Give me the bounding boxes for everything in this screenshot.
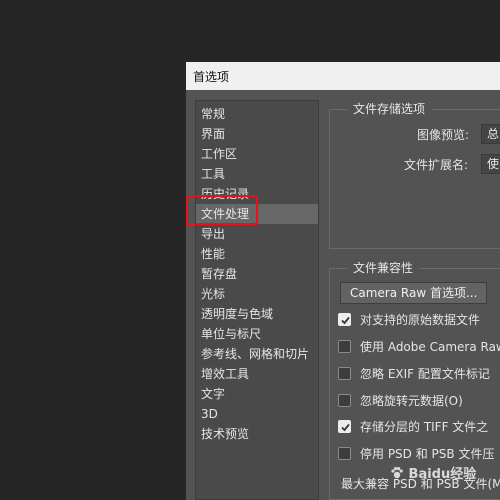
option-layered-tiff-row[interactable]: 存储分层的 TIFF 文件之 xyxy=(338,418,500,436)
preferences-sidebar: 常规 界面 工作区 工具 历史记录 文件处理 导出 性能 暂存盘 光标 透明度与… xyxy=(195,100,319,500)
paw-icon xyxy=(391,467,403,479)
sidebar-item-transparency-gamut[interactable]: 透明度与色域 xyxy=(196,304,318,324)
baidu-watermark: Baidu经验 xyxy=(390,463,476,482)
sidebar-item-general[interactable]: 常规 xyxy=(196,104,318,124)
option-camera-raw-label: 使用 Adobe Camera Raw xyxy=(360,340,500,354)
option-ignore-rotation-row[interactable]: 忽略旋转元数据(O) xyxy=(338,392,500,410)
image-preview-label: 图像预览: xyxy=(417,128,470,142)
option-raw-files-row[interactable]: 对支持的原始数据文件 xyxy=(338,311,500,329)
sidebar-item-plugins[interactable]: 增效工具 xyxy=(196,364,318,384)
checkbox-ignore-exif[interactable] xyxy=(338,367,351,380)
sidebar-item-export[interactable]: 导出 xyxy=(196,224,318,244)
sidebar-item-cursors[interactable]: 光标 xyxy=(196,284,318,304)
sidebar-item-3d[interactable]: 3D xyxy=(196,404,318,424)
dialog-titlebar[interactable]: 首选项 xyxy=(186,62,500,90)
file-compatibility-legend: 文件兼容性 xyxy=(347,260,420,276)
sidebar-item-performance[interactable]: 性能 xyxy=(196,244,318,264)
sidebar-item-interface[interactable]: 界面 xyxy=(196,124,318,144)
sidebar-item-technology-previews[interactable]: 技术预览 xyxy=(196,424,318,444)
image-preview-select[interactable]: 总 xyxy=(481,124,500,144)
sidebar-item-units-rulers[interactable]: 单位与标尺 xyxy=(196,324,318,344)
option-disable-compression-label: 停用 PSD 和 PSB 文件压 xyxy=(360,447,495,461)
watermark-text: Baidu经验 xyxy=(408,467,477,482)
checkbox-camera-raw[interactable] xyxy=(338,340,351,353)
camera-raw-preferences-button[interactable]: Camera Raw 首选项... xyxy=(340,282,488,304)
dialog-title: 首选项 xyxy=(193,70,230,84)
option-raw-files-label: 对支持的原始数据文件 xyxy=(360,313,481,327)
checkbox-layered-tiff[interactable] xyxy=(338,420,351,433)
file-extension-select[interactable]: 使 xyxy=(481,154,500,174)
preferences-dialog: 首选项 常规 界面 工作区 工具 历史记录 文件处理 导出 性能 暂存盘 光标 … xyxy=(186,62,500,500)
sidebar-item-guides-grid-slices[interactable]: 参考线、网格和切片 xyxy=(196,344,318,364)
sidebar-item-scratch-disks[interactable]: 暂存盘 xyxy=(196,264,318,284)
annotation-highlight-box xyxy=(186,195,258,225)
sidebar-item-workspace[interactable]: 工作区 xyxy=(196,144,318,164)
option-disable-compression-row[interactable]: 停用 PSD 和 PSB 文件压 xyxy=(338,445,500,463)
file-save-options-legend: 文件存储选项 xyxy=(347,101,432,117)
option-ignore-exif-row[interactable]: 忽略 EXIF 配置文件标记 xyxy=(338,365,500,383)
option-ignore-rotation-label: 忽略旋转元数据(O) xyxy=(360,394,463,408)
checkbox-raw-files[interactable] xyxy=(338,313,351,326)
sidebar-item-tools[interactable]: 工具 xyxy=(196,164,318,184)
checkbox-ignore-rotation[interactable] xyxy=(338,394,351,407)
option-layered-tiff-label: 存储分层的 TIFF 文件之 xyxy=(360,420,489,434)
option-camera-raw-row[interactable]: 使用 Adobe Camera Raw xyxy=(338,338,500,356)
file-extension-label: 文件扩展名: xyxy=(404,158,469,172)
file-save-options-group: 文件存储选项 xyxy=(329,101,500,249)
checkbox-disable-compression[interactable] xyxy=(338,447,351,460)
sidebar-item-type[interactable]: 文字 xyxy=(196,384,318,404)
option-ignore-exif-label: 忽略 EXIF 配置文件标记 xyxy=(360,367,490,381)
